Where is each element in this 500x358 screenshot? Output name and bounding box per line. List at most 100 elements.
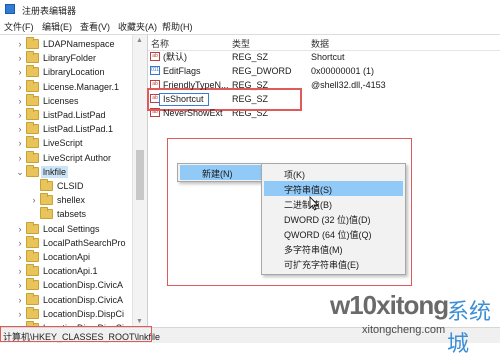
tree-item-label: LibraryLocation: [43, 67, 105, 78]
tree-item-label: LocationDisp.CivicA: [43, 280, 124, 291]
value-row[interactable]: ab FriendlyTypeN... REG_SZ @shell32.dll,-41…: [148, 79, 500, 92]
submenu-item[interactable]: 可扩充字符串值(E): [264, 256, 403, 271]
tree-item[interactable]: › LocationDisp.DispCi: [0, 306, 132, 321]
submenu-item[interactable]: 多字符串值(M): [264, 241, 403, 256]
column-name[interactable]: 名称: [151, 37, 169, 50]
chevron-right-icon[interactable]: ›: [16, 123, 24, 135]
chevron-right-icon[interactable]: ›: [30, 194, 38, 206]
string-value-icon: ab: [150, 52, 160, 61]
tree-item[interactable]: › LiveScript: [0, 136, 132, 150]
tree-item[interactable]: › ListPad.ListPad.1: [0, 122, 132, 136]
menu-favorites[interactable]: 收藏夹(A): [118, 20, 157, 33]
submenu-item[interactable]: DWORD (32 位)值(D): [264, 211, 403, 226]
folder-icon: [26, 164, 39, 177]
title-bar: 注册表编辑器: [0, 0, 500, 19]
tree-item[interactable]: tabsets: [0, 207, 132, 221]
tree-item[interactable]: › Local Settings: [0, 221, 132, 236]
menu-help[interactable]: 帮助(H): [162, 20, 193, 33]
watermark-logo: w10xitong 系统城 xitongcheng.com: [322, 290, 492, 357]
chevron-right-icon[interactable]: ›: [16, 109, 24, 121]
value-name: EditFlags: [163, 66, 201, 76]
folder-icon: [26, 108, 39, 120]
tree-item[interactable]: › LocalPathSearchPro: [0, 235, 132, 250]
tree-item[interactable]: › shellex: [0, 193, 132, 207]
chevron-right-icon[interactable]: ›: [16, 95, 24, 107]
folder-icon: [26, 150, 39, 163]
watermark-url: xitongcheng.com: [362, 324, 446, 336]
chevron-right-icon[interactable]: ›: [16, 52, 24, 64]
submenu-item-label: 项(K): [284, 170, 305, 180]
folder-icon: [26, 264, 39, 277]
submenu-item-label: 二进制值(B): [284, 200, 332, 210]
tree-item[interactable]: › LibraryFolder: [0, 51, 132, 65]
chevron-right-icon[interactable]: ›: [16, 308, 24, 320]
tree-item[interactable]: › LibraryLocation: [0, 65, 132, 79]
chevron-right-icon[interactable]: ›: [16, 137, 24, 149]
tree-item-label: LocationDisp.DispCi: [43, 308, 125, 319]
value-row[interactable]: ab NeverShowExt REG_SZ: [148, 107, 500, 120]
chevron-right-icon[interactable]: ›: [16, 223, 24, 235]
tree-item[interactable]: › Licenses: [0, 93, 132, 108]
chevron-right-icon[interactable]: ›: [16, 81, 24, 93]
chevron-right-icon[interactable]: ›: [16, 294, 24, 306]
tree-item-label: LibraryFolder: [43, 53, 97, 64]
new-submenu: 项(K) 字符串值(S) 二进制值(B) DWORD (32 位)值(D) QWORD …: [261, 163, 406, 275]
folder-icon: [26, 235, 39, 248]
folder-icon: [26, 221, 39, 234]
tree-item[interactable]: CLSID: [0, 179, 132, 193]
submenu-item[interactable]: QWORD (64 位)值(Q): [264, 226, 403, 241]
folder-icon: [40, 207, 53, 220]
tree-item[interactable]: › LDAPNamespace: [0, 37, 132, 51]
value-row[interactable]: ab (默认) REG_SZ Shortcut: [148, 51, 500, 64]
values-header: 名称 类型 数据: [148, 35, 500, 51]
tree-scrollbar[interactable]: ▲ ▼: [132, 35, 147, 327]
chevron-right-icon[interactable]: ›: [16, 265, 24, 277]
tree-item[interactable]: › LocationApi: [0, 250, 132, 264]
tree-item-label: LiveScript Author: [43, 152, 112, 163]
tree-item-label: License.Manager.1: [43, 81, 120, 92]
tree-item[interactable]: › LocationDisp.CivicA: [0, 292, 132, 307]
tree-item[interactable]: › LocationApi.1: [0, 264, 132, 278]
column-data[interactable]: 数据: [311, 37, 329, 50]
tree-item-label: LiveScript: [43, 138, 83, 149]
chevron-right-icon[interactable]: ›: [16, 279, 24, 291]
menu-file[interactable]: 文件(F): [4, 20, 34, 33]
value-type: REG_DWORD: [232, 66, 292, 76]
tree-item-label: LDAPNamespace: [43, 39, 115, 49]
chevron-right-icon[interactable]: ›: [16, 66, 24, 78]
tree-item-label: ListPad.ListPad.1: [43, 124, 114, 135]
submenu-item-label: 多字符串值(M): [284, 245, 343, 255]
folder-icon: [26, 79, 39, 92]
menu-view[interactable]: 查看(V): [80, 20, 110, 33]
tree-item-label: LocationApi: [43, 252, 91, 262]
menu-edit[interactable]: 编辑(E): [42, 20, 72, 33]
value-row[interactable]: 011 EditFlags REG_DWORD 0x00000001 (1): [148, 65, 500, 78]
chevron-right-icon[interactable]: ›: [16, 38, 24, 50]
tree-item[interactable]: › LocationDisp.CivicA: [0, 278, 132, 292]
column-type[interactable]: 类型: [232, 37, 250, 50]
tree-item[interactable]: › LiveScript Author: [0, 150, 132, 165]
submenu-item[interactable]: 项(K): [264, 166, 403, 181]
watermark-main: w10xitong: [330, 290, 449, 320]
tree-item-label: LocationApi.1: [43, 266, 98, 277]
tree-item[interactable]: ⌄ lnkfile: [0, 164, 132, 179]
submenu-item[interactable]: 二进制值(B): [264, 196, 403, 211]
scroll-up-icon[interactable]: ▲: [136, 37, 143, 44]
chevron-right-icon[interactable]: ›: [16, 237, 24, 249]
menu-item-new[interactable]: 新建(N) ›: [180, 165, 269, 180]
folder-icon: [26, 278, 39, 291]
submenu-item[interactable]: 字符串值(S): [264, 181, 403, 196]
scrollbar-thumb[interactable]: [136, 150, 144, 200]
chevron-right-icon[interactable]: ›: [16, 152, 24, 164]
value-data: 0x00000001 (1): [311, 66, 375, 76]
tree-item[interactable]: › License.Manager.1: [0, 79, 132, 94]
value-row[interactable]: ab IsShortcut REG_SZ: [148, 93, 500, 106]
chevron-down-icon[interactable]: ⌄: [16, 166, 24, 178]
mouse-cursor-icon: [309, 196, 319, 211]
tree-item[interactable]: › ListPad.ListPad: [0, 108, 132, 122]
registry-tree[interactable]: › LDAPNamespace › LibraryFolder › LibraryLoca…: [0, 35, 148, 327]
value-type: REG_SZ: [232, 52, 269, 62]
chevron-right-icon[interactable]: ›: [16, 251, 24, 263]
submenu-item-label: DWORD (32 位)值(D): [284, 215, 371, 225]
scroll-down-icon[interactable]: ▼: [136, 318, 143, 325]
